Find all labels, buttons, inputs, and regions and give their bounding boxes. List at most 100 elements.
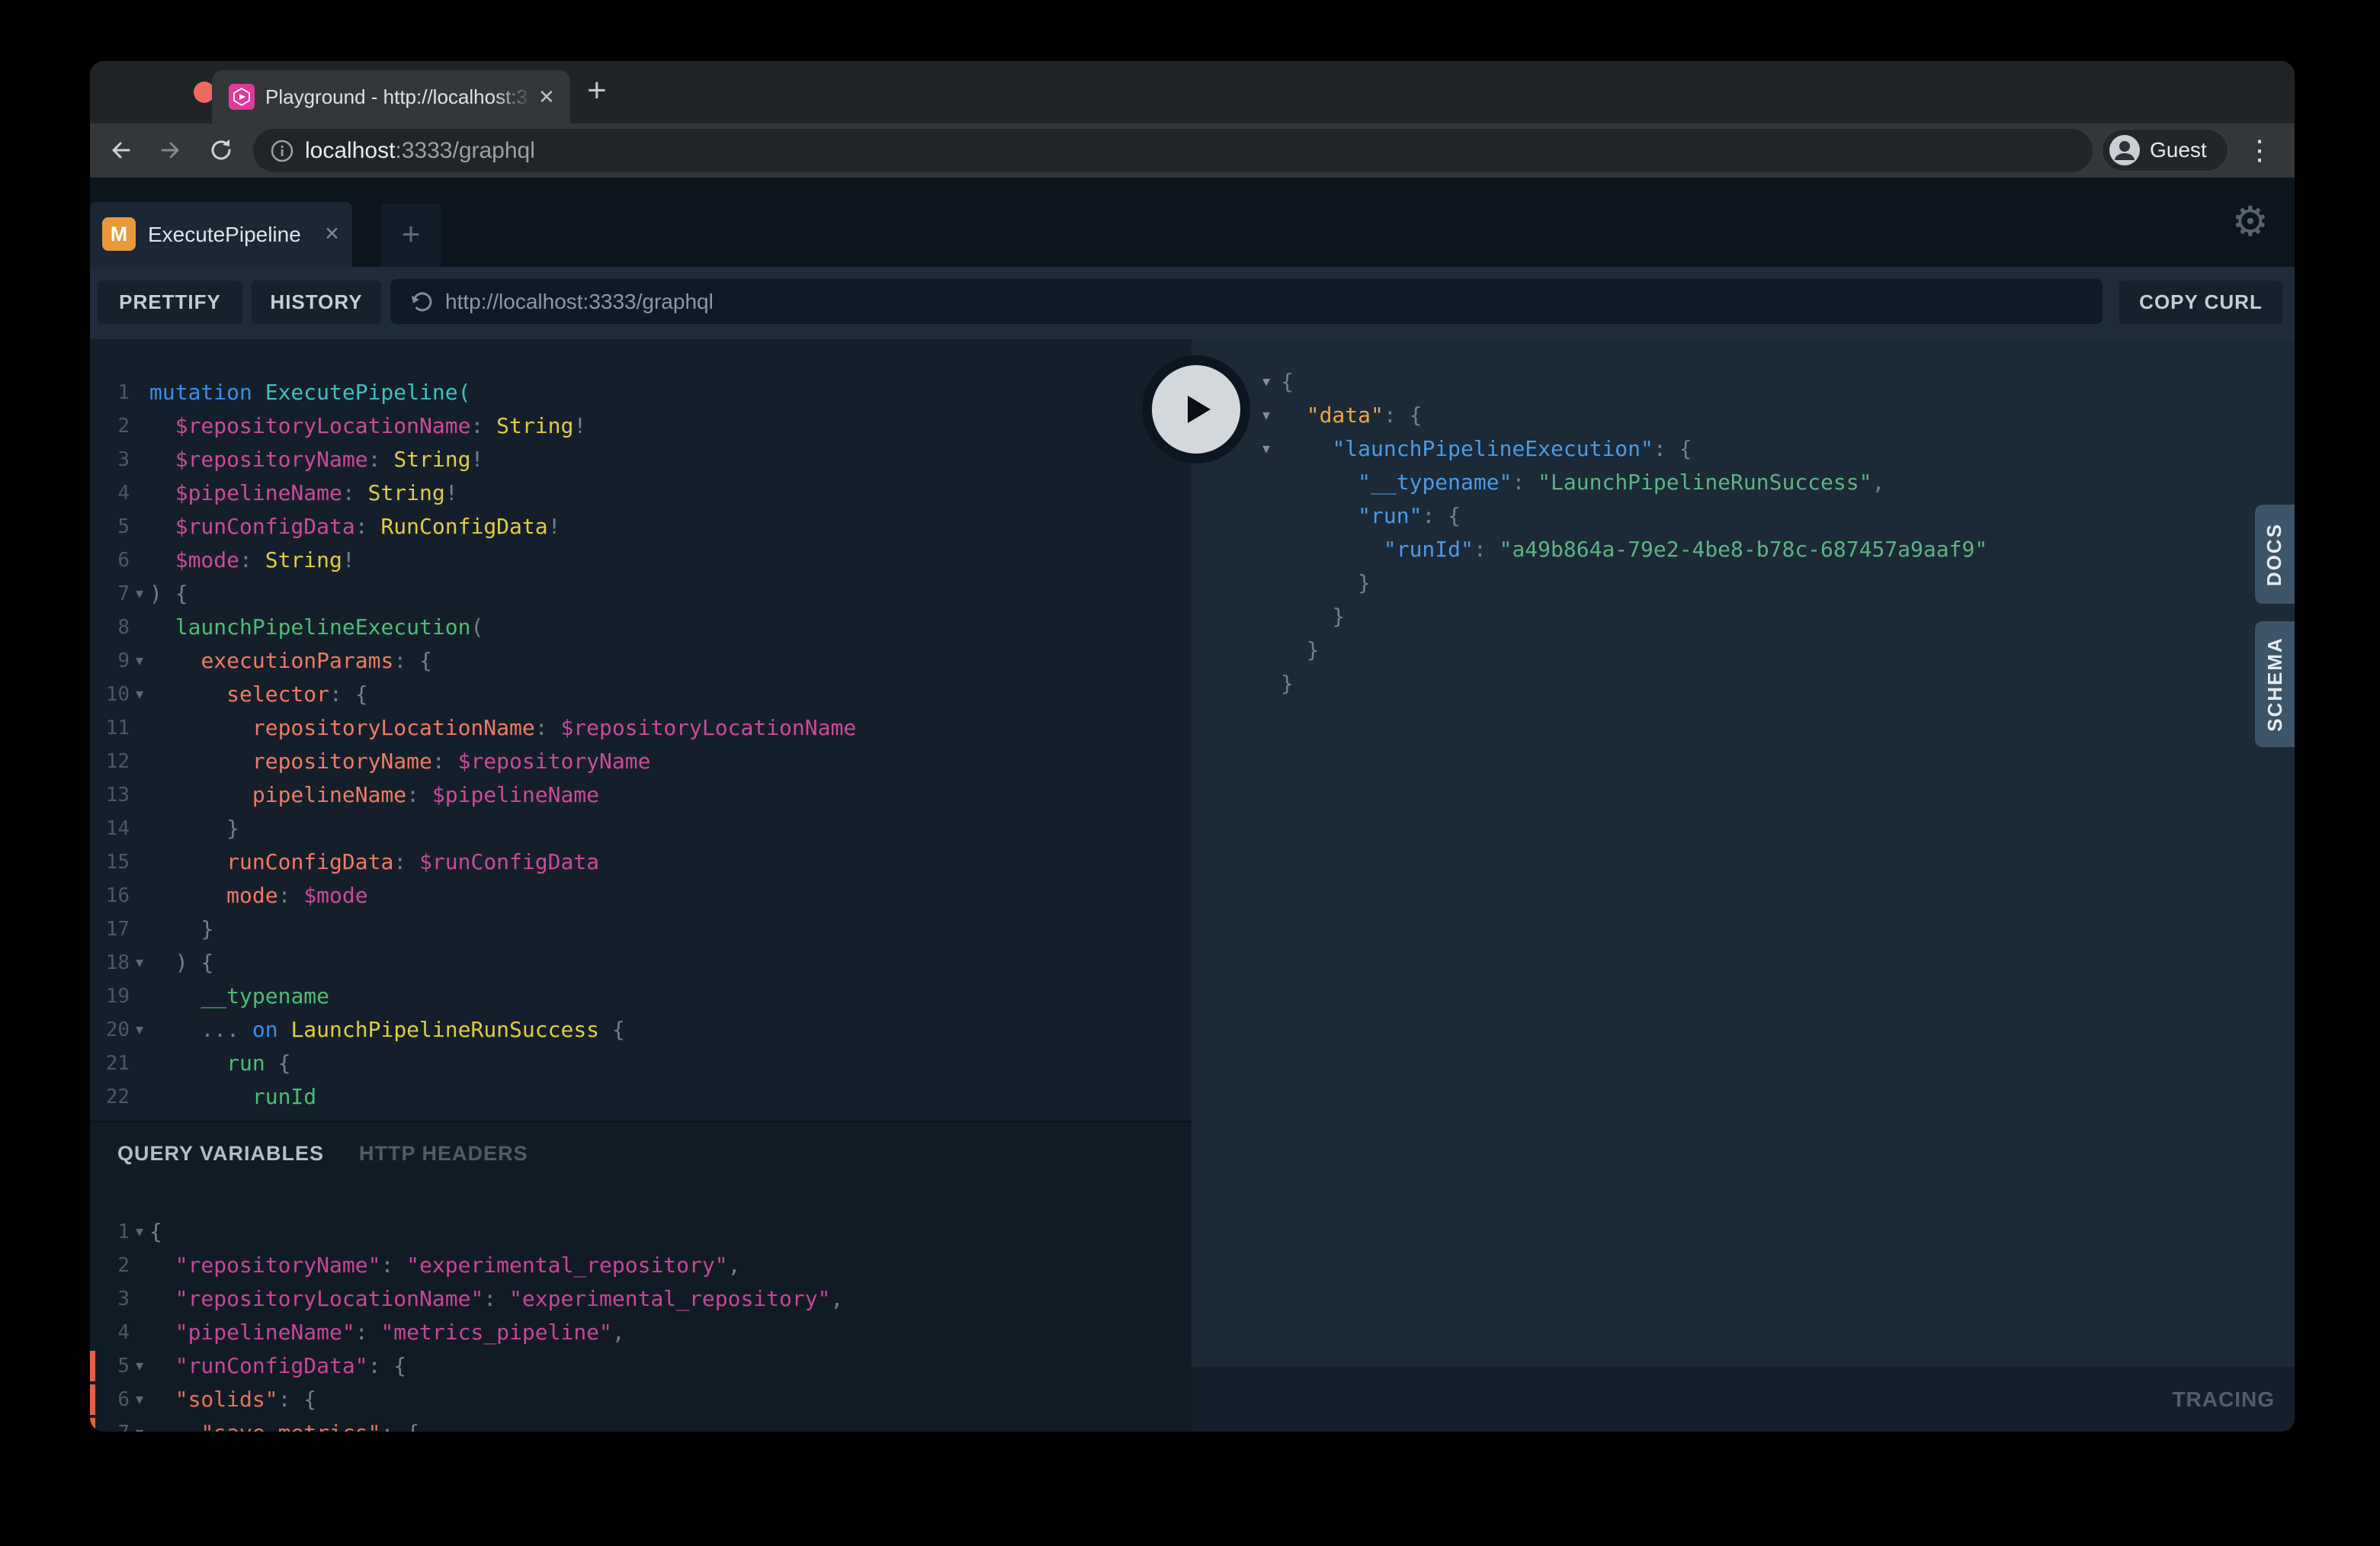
- graphql-playground: M ExecutePipeline ✕ + ⚙ PRETTIFY HISTORY…: [90, 178, 2295, 1432]
- code-text: selector: {: [149, 678, 368, 711]
- line-number: 4: [90, 1316, 130, 1349]
- code-text: "runConfigData": {: [149, 1349, 406, 1383]
- line-number: 14: [90, 812, 130, 845]
- fold-spacer: [130, 1080, 149, 1114]
- code-text: {: [149, 1215, 162, 1249]
- code-line: 2 "repositoryName": "experimental_reposi…: [90, 1249, 1192, 1282]
- code-line: 23 }: [90, 1114, 1192, 1121]
- history-button[interactable]: HISTORY: [252, 281, 381, 324]
- query-editor[interactable]: 1mutation ExecutePipeline(2 $repositoryL…: [90, 339, 1192, 1121]
- tab-http-headers[interactable]: HTTP HEADERS: [359, 1142, 528, 1166]
- code-text: "launchPipelineExecution": {: [1281, 432, 1692, 466]
- prettify-button[interactable]: PRETTIFY: [98, 281, 242, 324]
- response-pane[interactable]: ▾{▾ "data": {▾ "launchPipelineExecution"…: [1192, 339, 2295, 1367]
- fold-spacer: [130, 1249, 149, 1282]
- endpoint-input[interactable]: http://localhost:3333/graphql: [390, 279, 2103, 324]
- playground-new-tab-button[interactable]: +: [381, 204, 441, 267]
- fold-spacer: [130, 476, 149, 510]
- browser-tab-close-icon[interactable]: ✕: [538, 70, 555, 123]
- docs-side-tab[interactable]: DOCS: [2255, 505, 2295, 604]
- page-info-icon[interactable]: [270, 139, 294, 163]
- code-text: $repositoryName: String!: [149, 443, 483, 476]
- code-line: "runId": "a49b864a-79e2-4be8-b78c-687457…: [1192, 533, 2295, 566]
- code-text: "repositoryName": "experimental_reposito…: [149, 1249, 740, 1282]
- playground-tab-close-icon[interactable]: ✕: [324, 202, 340, 267]
- browser-toolbar: localhost:3333/graphql Guest ⋮: [90, 123, 2295, 178]
- profile-button[interactable]: Guest: [2102, 129, 2228, 172]
- code-text: "data": {: [1281, 399, 1422, 432]
- back-icon[interactable]: [107, 136, 134, 164]
- code-line: 13 pipelineName: $pipelineName: [90, 778, 1192, 812]
- collapse-spacer: [1192, 533, 1281, 566]
- code-text: "run": {: [1281, 499, 1461, 533]
- code-line: 5▾ "runConfigData": {: [90, 1349, 1192, 1383]
- mutation-badge: M: [102, 217, 136, 251]
- line-number: 6: [90, 544, 130, 577]
- code-text: }: [1281, 667, 1294, 701]
- browser-menu-icon[interactable]: ⋮: [2244, 128, 2275, 172]
- fold-arrow-icon[interactable]: ▾: [130, 946, 149, 980]
- browser-tab-strip: Playground - http://localhost:3 ✕ +: [90, 61, 2295, 123]
- query-variables-panel: QUERY VARIABLES HTTP HEADERS 1▾{2 "repos…: [90, 1121, 1192, 1432]
- fold-arrow-icon[interactable]: ▾: [130, 1383, 149, 1416]
- variables-editor[interactable]: 1▾{2 "repositoryName": "experimental_rep…: [90, 1185, 1192, 1432]
- fold-arrow-icon[interactable]: ▾: [130, 678, 149, 711]
- code-line: 22 runId: [90, 1080, 1192, 1114]
- profile-label: Guest: [2150, 138, 2207, 162]
- copy-curl-button[interactable]: COPY CURL: [2119, 281, 2282, 324]
- code-line: 18▾ ) {: [90, 946, 1192, 980]
- settings-gear-icon[interactable]: ⚙: [2232, 199, 2269, 245]
- fold-arrow-icon[interactable]: ▾: [130, 1013, 149, 1047]
- code-line: 16 mode: $mode: [90, 879, 1192, 913]
- code-line: 1mutation ExecutePipeline(: [90, 376, 1192, 409]
- code-line: 15 runConfigData: $runConfigData: [90, 845, 1192, 879]
- line-number: 3: [90, 443, 130, 476]
- lint-error-marker: [90, 1418, 95, 1432]
- address-bar[interactable]: localhost:3333/graphql: [253, 129, 2093, 172]
- code-line: ▾ "data": {: [1192, 399, 2295, 432]
- fold-arrow-icon[interactable]: ▾: [130, 1416, 149, 1432]
- line-number: 5: [90, 1349, 130, 1383]
- browser-window: Playground - http://localhost:3 ✕ +: [90, 61, 2295, 1432]
- fold-arrow-icon[interactable]: ▾: [130, 644, 149, 678]
- code-text: executionParams: {: [149, 644, 432, 678]
- code-line: 2 $repositoryLocationName: String!: [90, 409, 1192, 443]
- line-number: 18: [90, 946, 130, 980]
- code-line: ▾{: [1192, 365, 2295, 399]
- code-line: 14 }: [90, 812, 1192, 845]
- playground-tab-executepipeline[interactable]: M ExecutePipeline ✕: [90, 202, 352, 267]
- forward-icon[interactable]: [157, 136, 184, 164]
- fold-arrow-icon[interactable]: ▾: [130, 577, 149, 611]
- code-text: "pipelineName": "metrics_pipeline",: [149, 1316, 625, 1349]
- fold-arrow-icon[interactable]: ▾: [130, 1215, 149, 1249]
- schema-label: SCHEMA: [2263, 637, 2287, 732]
- refresh-endpoint-icon[interactable]: [409, 289, 435, 315]
- tab-query-variables[interactable]: QUERY VARIABLES: [117, 1142, 324, 1166]
- code-text: launchPipelineExecution(: [149, 611, 483, 644]
- playground-tab-label: ExecutePipeline: [148, 202, 301, 267]
- code-text: }: [1281, 600, 1345, 633]
- play-icon: [1176, 390, 1216, 429]
- code-text: pipelineName: $pipelineName: [149, 778, 599, 812]
- code-line: 6▾ "solids": {: [90, 1383, 1192, 1416]
- code-line: 3 "repositoryLocationName": "experimenta…: [90, 1282, 1192, 1316]
- execute-play-button[interactable]: [1142, 355, 1250, 463]
- fold-arrow-icon[interactable]: ▾: [130, 1349, 149, 1383]
- fold-spacer: [130, 1114, 149, 1121]
- reload-icon[interactable]: [207, 136, 235, 164]
- schema-side-tab[interactable]: SCHEMA: [2255, 621, 2295, 747]
- code-line: 6 $mode: String!: [90, 544, 1192, 577]
- code-text: ... on LaunchPipelineRunSuccess {: [149, 1013, 625, 1047]
- collapse-spacer: [1192, 633, 1281, 667]
- new-browser-tab-button[interactable]: +: [587, 61, 607, 123]
- fold-spacer: [130, 443, 149, 476]
- collapse-spacer: [1192, 667, 1281, 701]
- browser-tab[interactable]: Playground - http://localhost:3 ✕: [212, 70, 570, 123]
- code-text: $runConfigData: RunConfigData!: [149, 510, 560, 544]
- tracing-bar[interactable]: TRACING: [1192, 1367, 2295, 1432]
- line-number: 16: [90, 879, 130, 913]
- line-number: 15: [90, 845, 130, 879]
- fold-spacer: [130, 1316, 149, 1349]
- collapse-spacer: [1192, 566, 1281, 600]
- screenshot-stage: Playground - http://localhost:3 ✕ +: [0, 0, 2380, 1546]
